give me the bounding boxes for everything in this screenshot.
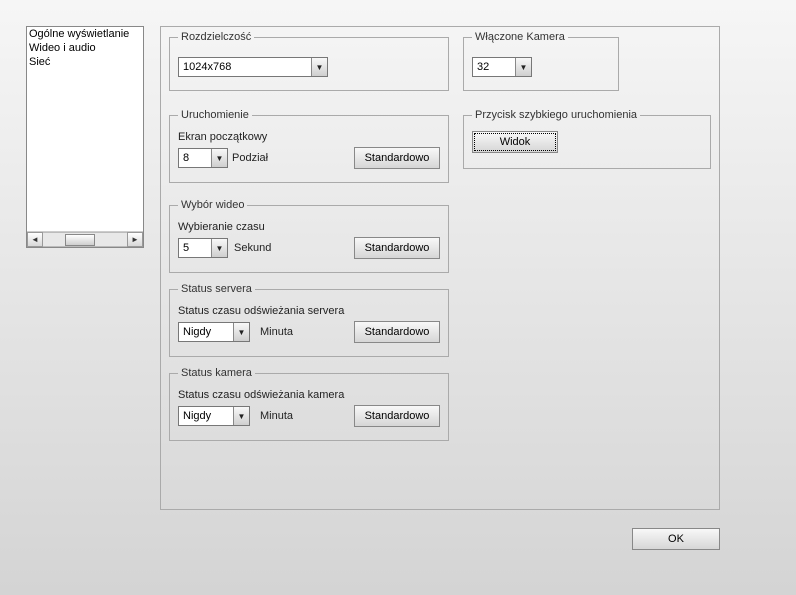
startup-field-label: Ekran początkowy bbox=[178, 131, 440, 143]
group-legend: Uruchomienie bbox=[178, 109, 252, 121]
group-quick-launch: Przycisk szybkiego uruchomienia Widok bbox=[463, 109, 711, 169]
group-startup: Uruchomienie Ekran początkowy 8 ▼ Podzia… bbox=[169, 109, 449, 183]
group-camera-on: Włączone Kamera 32 ▼ bbox=[463, 31, 619, 91]
resolution-select[interactable]: 1024x768 ▼ bbox=[178, 57, 328, 77]
chevron-down-icon: ▼ bbox=[211, 149, 227, 167]
startup-value-select[interactable]: 8 ▼ bbox=[178, 148, 228, 168]
scroll-left-button[interactable]: ◄ bbox=[27, 232, 43, 247]
video-unit: Sekund bbox=[234, 242, 271, 254]
group-video-select: Wybór wideo Wybieranie czasu 5 ▼ Sekund … bbox=[169, 199, 449, 273]
list-item[interactable]: Sieć bbox=[27, 55, 143, 69]
category-list-body: Ogólne wyświetlanie Wideo i audio Sieć bbox=[27, 27, 143, 231]
quick-launch-view-button[interactable]: Widok bbox=[472, 131, 558, 153]
scroll-right-button[interactable]: ► bbox=[127, 232, 143, 247]
server-default-button[interactable]: Standardowo bbox=[354, 321, 440, 343]
camera-field-label: Status czasu odświeżania kamera bbox=[178, 389, 440, 401]
server-unit: Minuta bbox=[260, 326, 293, 338]
scroll-thumb[interactable] bbox=[65, 234, 95, 246]
camera-count-select[interactable]: 32 ▼ bbox=[472, 57, 532, 77]
chevron-down-icon: ▼ bbox=[233, 323, 249, 341]
list-item[interactable]: Ogólne wyświetlanie bbox=[27, 27, 143, 41]
group-camera-status: Status kamera Status czasu odświeżania k… bbox=[169, 367, 449, 441]
group-legend: Wybór wideo bbox=[178, 199, 247, 211]
group-legend: Status kamera bbox=[178, 367, 255, 379]
group-server-status: Status servera Status czasu odświeżania … bbox=[169, 283, 449, 357]
camera-unit: Minuta bbox=[260, 410, 293, 422]
horizontal-scrollbar[interactable]: ◄ ► bbox=[27, 231, 143, 247]
video-time-select[interactable]: 5 ▼ bbox=[178, 238, 228, 258]
startup-value: 8 bbox=[179, 149, 211, 167]
camera-refresh-select[interactable]: Nigdy ▼ bbox=[178, 406, 250, 426]
group-legend: Przycisk szybkiego uruchomienia bbox=[472, 109, 640, 121]
group-resolution: Rozdzielczość 1024x768 ▼ bbox=[169, 31, 449, 91]
chevron-down-icon: ▼ bbox=[233, 407, 249, 425]
camera-refresh-value: Nigdy bbox=[179, 407, 233, 425]
resolution-value: 1024x768 bbox=[179, 58, 311, 76]
startup-default-button[interactable]: Standardowo bbox=[354, 147, 440, 169]
chevron-down-icon: ▼ bbox=[211, 239, 227, 257]
server-refresh-value: Nigdy bbox=[179, 323, 233, 341]
group-legend: Włączone Kamera bbox=[472, 31, 568, 43]
chevron-down-icon: ▼ bbox=[311, 58, 327, 76]
video-default-button[interactable]: Standardowo bbox=[354, 237, 440, 259]
group-legend: Status servera bbox=[178, 283, 255, 295]
video-time-value: 5 bbox=[179, 239, 211, 257]
settings-main-panel: Rozdzielczość 1024x768 ▼ Włączone Kamera… bbox=[160, 26, 720, 510]
group-legend: Rozdzielczość bbox=[178, 31, 254, 43]
startup-unit: Podział bbox=[232, 152, 268, 164]
server-field-label: Status czasu odświeżania servera bbox=[178, 305, 440, 317]
chevron-down-icon: ▼ bbox=[515, 58, 531, 76]
camera-default-button[interactable]: Standardowo bbox=[354, 405, 440, 427]
settings-dialog: Ogólne wyświetlanie Wideo i audio Sieć ◄… bbox=[0, 0, 796, 595]
ok-button[interactable]: OK bbox=[632, 528, 720, 550]
server-refresh-select[interactable]: Nigdy ▼ bbox=[178, 322, 250, 342]
list-item[interactable]: Wideo i audio bbox=[27, 41, 143, 55]
scroll-track[interactable] bbox=[43, 232, 127, 247]
video-field-label: Wybieranie czasu bbox=[178, 221, 440, 233]
category-list: Ogólne wyświetlanie Wideo i audio Sieć ◄… bbox=[26, 26, 144, 248]
camera-count-value: 32 bbox=[473, 58, 515, 76]
